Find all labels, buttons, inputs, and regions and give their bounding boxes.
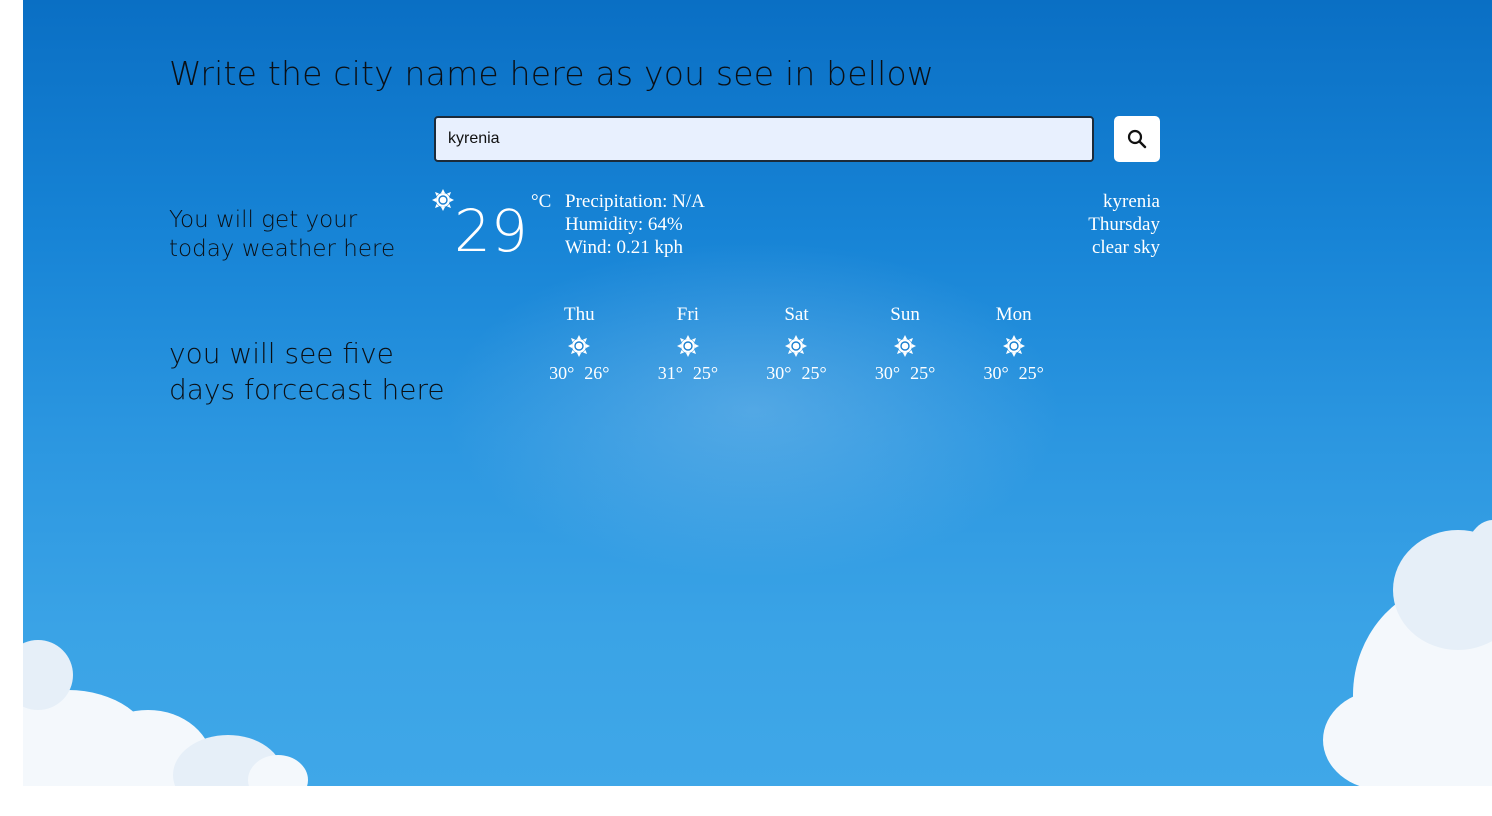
forecast-high: 30° <box>983 363 1009 383</box>
current-temperature: 29 <box>454 197 528 265</box>
location-info: kyrenia Thursday clear sky <box>1088 190 1160 259</box>
forecast-low: 25° <box>801 363 827 383</box>
sun-icon <box>785 335 808 357</box>
forecast-day-name: Fri <box>676 304 699 325</box>
forecast-high: 30° <box>766 363 792 383</box>
sun-icon <box>568 335 591 357</box>
sun-icon <box>676 335 699 357</box>
five-day-forecast: Thu 30° 26° Fri 31° 25° Sat 30° 25° Sun 30°… <box>525 303 1068 385</box>
sun-icon <box>894 335 917 357</box>
weather-description: clear sky <box>1091 237 1160 258</box>
sun-icon <box>1002 335 1025 357</box>
forecast-temps: 30° 25° <box>851 361 960 385</box>
forecast-low: 25° <box>692 363 719 383</box>
today-annotation-line1: You will get your <box>169 207 358 233</box>
forecast-annotation-line2: days forcecast here <box>169 373 445 406</box>
forecast-day: Sun 30° 25° <box>851 303 960 385</box>
forecast-low: 25° <box>1018 363 1044 383</box>
weather-details: Precipitation: N/A Humidity: 64% Wind: 0… <box>565 190 705 259</box>
forecast-low: 26° <box>584 363 610 383</box>
city-search-input[interactable] <box>434 116 1094 162</box>
search-button[interactable] <box>1114 116 1160 162</box>
wind-text: Wind: 0.21 kph <box>565 237 683 258</box>
forecast-temps: 30° 25° <box>959 361 1068 385</box>
today-annotation-line2: today weather here <box>169 236 396 262</box>
instruction-title: Write the city name here as you see in b… <box>169 54 935 93</box>
forecast-annotation: you will see five days forcecast here <box>169 336 469 408</box>
forecast-high: 30° <box>549 363 575 383</box>
forecast-day-name: Thu <box>563 304 595 325</box>
forecast-day: Mon 30° 25° <box>959 303 1068 385</box>
forecast-day-name: Mon <box>995 304 1032 325</box>
city-name: kyrenia <box>1103 191 1160 212</box>
forecast-high: 30° <box>874 363 901 383</box>
forecast-day: Sat 30° 25° <box>742 303 851 385</box>
forecast-day-name: Sat <box>784 304 809 325</box>
forecast-temps: 30° 25° <box>742 361 851 385</box>
cloud-right-puff <box>1323 690 1443 786</box>
sky-haze <box>443 240 1063 580</box>
forecast-low: 25° <box>910 363 936 383</box>
forecast-day-name: Sun <box>890 304 920 325</box>
sun-icon <box>432 189 454 211</box>
temperature-unit: °C <box>531 191 552 212</box>
search-icon <box>1127 129 1147 149</box>
forecast-high: 31° <box>657 363 683 383</box>
forecast-day: Thu 30° 26° <box>525 303 634 385</box>
today-annotation: You will get your today weather here <box>169 206 429 264</box>
forecast-temps: 31° 25° <box>634 361 743 385</box>
forecast-day: Fri 31° 25° <box>634 303 743 385</box>
forecast-temps: 30° 26° <box>525 361 634 385</box>
forecast-annotation-line1: you will see five <box>169 337 394 370</box>
precipitation-text: Precipitation: N/A <box>565 191 705 212</box>
current-day: Thursday <box>1088 214 1160 235</box>
humidity-text: Humidity: 64% <box>565 214 683 235</box>
